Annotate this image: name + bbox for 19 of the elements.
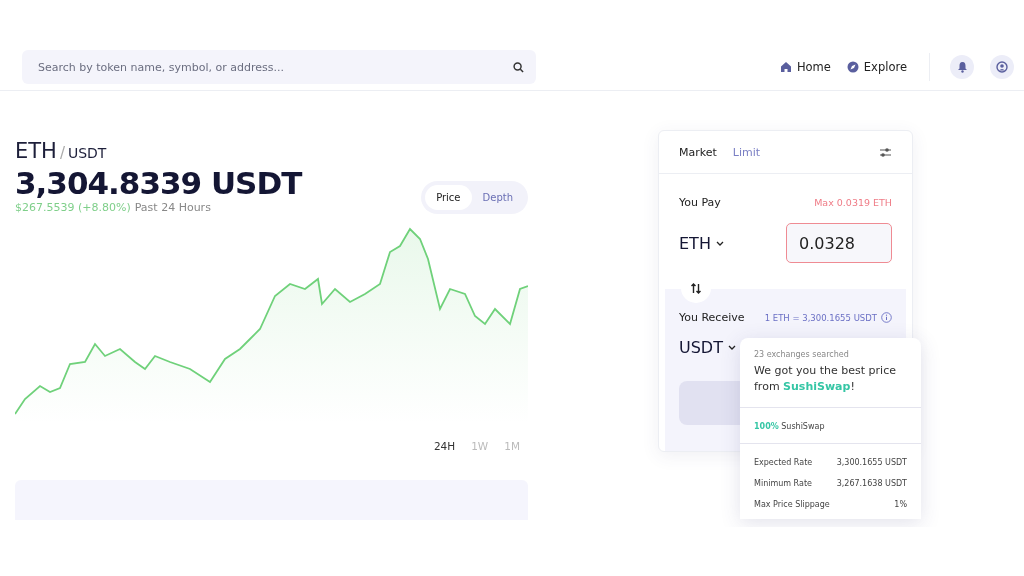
detail-value: 3,267.1638 USDT xyxy=(836,479,907,488)
detail-label: Expected Rate xyxy=(754,458,813,467)
pair-separator: / xyxy=(59,144,65,162)
detail-label: Max Price Slippage xyxy=(754,500,830,509)
best-price-message: We got you the best price from SushiSwap! xyxy=(754,363,897,395)
pay-label: You Pay xyxy=(679,196,721,209)
period-label: Past 24 Hours xyxy=(134,201,211,214)
detail-label: Minimum Rate xyxy=(754,479,812,488)
price-change: $267.5539 (+8.80%) xyxy=(15,201,131,214)
price-value: 3,304.8339 USDT xyxy=(15,165,302,201)
detail-value: 3,300.1655 USDT xyxy=(836,458,907,467)
max-amount: Max 0.0319 ETH xyxy=(814,197,892,208)
quote-token: USDT xyxy=(67,145,107,161)
base-token: ETH xyxy=(15,139,57,163)
exchange-rate: 1 ETH = 3,300.1655 USDT xyxy=(764,312,877,323)
route-share: 100% SushiSwap xyxy=(754,422,825,431)
receive-label: You Receive xyxy=(679,311,745,324)
exchanges-searched: 23 exchanges searched xyxy=(754,350,850,359)
detail-value: 1% xyxy=(894,500,907,509)
